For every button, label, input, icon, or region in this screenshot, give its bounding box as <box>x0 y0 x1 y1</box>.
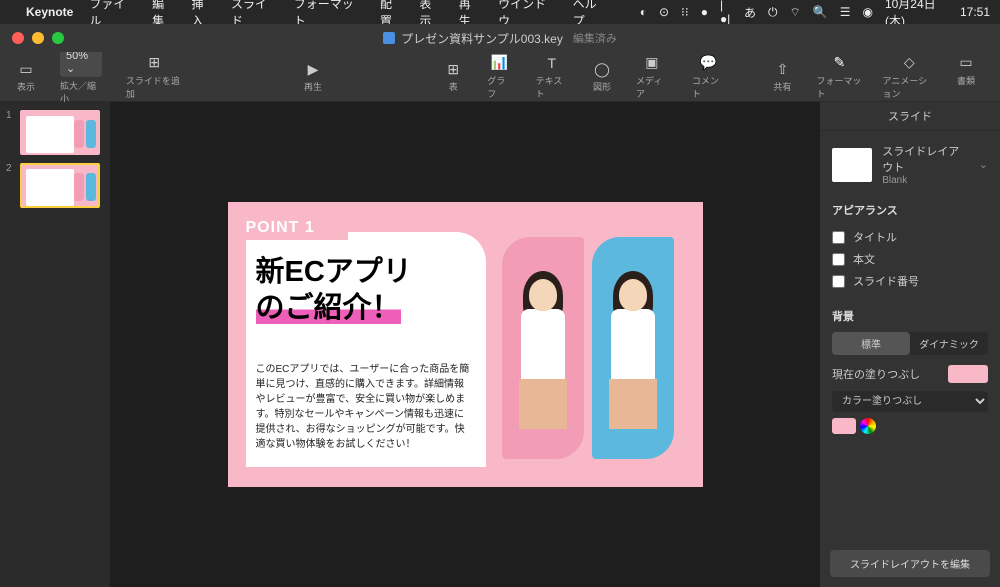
status-icon[interactable]: ◐ <box>640 5 647 19</box>
inspector-panel: スライド スライドレイアウト Blank ⌄ アピアランス タイトル 本文 スラ… <box>820 102 1000 587</box>
toolbar: ▭ 表示 50% ⌄ 拡大／縮小 ⊞ スライドを追加 ▶ 再生 ⊞ 表 📊 グラ… <box>0 52 1000 102</box>
brush-icon: ✎ <box>829 54 849 72</box>
diamond-icon: ◇ <box>899 54 919 72</box>
check-title[interactable]: タイトル <box>832 226 988 248</box>
share-icon: ⇧ <box>772 60 792 78</box>
chevron-down-icon: ⌄ <box>979 158 988 171</box>
slide-title[interactable]: 新ECアプリ のご紹介！ <box>256 254 412 327</box>
toolbar-chart[interactable]: 📊 グラフ <box>487 54 511 100</box>
toolbar-zoom[interactable]: 50% ⌄ 拡大／縮小 <box>60 48 102 105</box>
navigator-slide-2[interactable]: 2 <box>6 163 104 208</box>
minimize-icon[interactable] <box>32 32 44 44</box>
traffic-lights <box>12 32 64 44</box>
search-icon[interactable]: 🔍 <box>813 5 828 19</box>
edit-layout-button[interactable]: スライドレイアウトを編集 <box>830 550 990 577</box>
appearance-heading: アピアランス <box>832 202 988 218</box>
slide-body-text[interactable]: このECアプリでは、ユーザーに合った商品を簡単に見つけ、直感的に購入できます。詳… <box>256 362 474 452</box>
close-icon[interactable] <box>12 32 24 44</box>
slide[interactable]: POINT 1 新ECアプリ のご紹介！ このECアプリでは、ユーザーに合った商… <box>228 202 703 487</box>
toolbar-add-slide[interactable]: ⊞ スライドを追加 <box>126 54 183 100</box>
status-icon[interactable]: |●| <box>720 0 732 26</box>
toolbar-view[interactable]: ▭ 表示 <box>16 60 36 93</box>
color-swatch[interactable] <box>832 418 856 434</box>
wifi-icon[interactable]: ⌔ <box>789 5 800 20</box>
main-area: 1 2 ↖ POINT 1 新ECアプリ のご紹介！ このECアプリでは、ユーザ… <box>0 102 1000 587</box>
text-icon: T <box>542 54 562 72</box>
plus-icon: ⊞ <box>144 54 164 72</box>
zoom-select[interactable]: 50% ⌄ <box>60 48 102 77</box>
fullscreen-icon[interactable] <box>52 32 64 44</box>
toolbar-document[interactable]: ▭ 書類 <box>956 54 976 100</box>
menubar-time[interactable]: 17:51 <box>960 5 990 19</box>
slide-image-2[interactable] <box>592 237 674 459</box>
color-wheel-icon[interactable] <box>860 418 876 434</box>
toolbar-table[interactable]: ⊞ 表 <box>443 60 463 93</box>
document-edited: 編集済み <box>573 30 617 46</box>
document-title[interactable]: プレゼン資料サンプル003.key 編集済み <box>383 30 617 47</box>
document-icon <box>383 32 395 44</box>
slide-thumbnail <box>20 110 100 155</box>
fill-type-select[interactable]: カラー塗りつぶし <box>832 391 988 412</box>
check-body[interactable]: 本文 <box>832 248 988 270</box>
inspector-subtab-slide[interactable]: スライド <box>820 102 1000 131</box>
status-icon[interactable]: ● <box>701 5 708 19</box>
check-slideno[interactable]: スライド番号 <box>832 270 988 292</box>
slide-layout-selector[interactable]: スライドレイアウト Blank ⌄ <box>832 143 988 186</box>
table-icon: ⊞ <box>443 60 463 78</box>
slide-image-1[interactable] <box>502 237 584 459</box>
status-icon[interactable]: ⏻ <box>768 5 778 20</box>
slide-canvas[interactable]: ↖ POINT 1 新ECアプリ のご紹介！ このECアプリでは、ユーザーに合っ… <box>110 102 820 587</box>
document-filename: プレゼン資料サンプル003.key <box>401 30 563 47</box>
shape-icon: ◯ <box>592 60 612 78</box>
toolbar-animate[interactable]: ◇ アニメーション <box>883 54 936 100</box>
siri-icon[interactable]: ◉ <box>862 5 872 19</box>
slide-thumbnail <box>20 163 100 208</box>
app-name[interactable]: Keynote <box>26 5 73 19</box>
toolbar-share[interactable]: ⇧ 共有 <box>772 60 792 93</box>
slide-navigator: 1 2 <box>0 102 110 587</box>
document-icon: ▭ <box>956 54 976 72</box>
chart-icon: 📊 <box>489 54 509 72</box>
status-icon[interactable]: ⁝⁝ <box>681 5 689 19</box>
status-icon[interactable]: あ <box>744 4 756 21</box>
toolbar-text[interactable]: T テキスト <box>536 54 568 100</box>
seg-dynamic[interactable]: ダイナミック <box>910 332 988 355</box>
control-center-icon[interactable]: ☰ <box>840 5 851 19</box>
current-fill-row: 現在の塗りつぶし <box>832 365 988 383</box>
toolbar-inspector-tabs: ✎ フォーマット ◇ アニメーション ▭ 書類 <box>816 54 976 100</box>
fill-swatch[interactable] <box>948 365 988 383</box>
toolbar-comment[interactable]: 💬 コメント <box>692 54 725 100</box>
toolbar-shape[interactable]: ◯ 図形 <box>592 60 612 93</box>
toolbar-format[interactable]: ✎ フォーマット <box>816 54 862 100</box>
toolbar-media[interactable]: ▣ メディア <box>636 54 668 100</box>
status-icon[interactable]: ⊙ <box>659 5 669 19</box>
view-icon: ▭ <box>16 60 36 78</box>
comment-icon: 💬 <box>698 54 718 72</box>
macos-menubar: Keynote ファイル 編集 挿入 スライド フォーマット 配置 表示 再生 … <box>0 0 1000 24</box>
seg-standard[interactable]: 標準 <box>832 332 910 355</box>
toolbar-play[interactable]: ▶ 再生 <box>303 60 323 93</box>
window-titlebar: プレゼン資料サンプル003.key 編集済み <box>0 24 1000 52</box>
point-badge: POINT 1 <box>246 216 348 240</box>
background-heading: 背景 <box>832 308 988 324</box>
play-icon: ▶ <box>303 60 323 78</box>
background-mode-segment: 標準 ダイナミック <box>832 332 988 355</box>
navigator-slide-1[interactable]: 1 <box>6 110 104 155</box>
layout-preview <box>832 148 872 182</box>
media-icon: ▣ <box>642 54 662 72</box>
